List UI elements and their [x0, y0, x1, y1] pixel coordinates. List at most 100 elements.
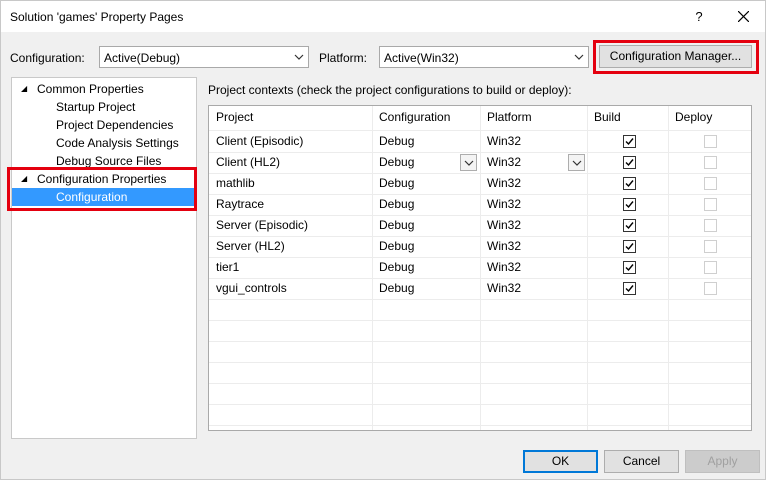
cell-project[interactable]: Client (Episodic)	[209, 131, 303, 152]
project-contexts-grid: Project Configuration Platform Build Dep…	[208, 105, 752, 431]
tree-item-common-properties[interactable]: Common Properties	[37, 80, 144, 98]
cell-platform[interactable]: Win32	[480, 236, 521, 257]
cell-project[interactable]: mathlib	[209, 173, 255, 194]
deploy-checkbox[interactable]	[704, 219, 717, 232]
tree-item-debug-source-files[interactable]: Debug Source Files	[56, 152, 161, 170]
cell-configuration[interactable]: Debug	[372, 236, 414, 257]
cell-configuration[interactable]: Debug	[372, 257, 414, 278]
build-checkbox[interactable]	[623, 177, 636, 190]
column-header-project[interactable]: Project	[209, 107, 253, 128]
checkmark-icon	[625, 159, 634, 167]
column-header-deploy[interactable]: Deploy	[668, 107, 712, 128]
tree-item-configuration-properties[interactable]: Configuration Properties	[37, 170, 166, 188]
column-header-build[interactable]: Build	[587, 107, 621, 128]
cell-configuration[interactable]: Debug	[372, 215, 414, 236]
cell-dropdown-button[interactable]	[460, 154, 477, 171]
chevron-down-icon	[294, 54, 304, 60]
cell-project[interactable]: Server (Episodic)	[209, 215, 308, 236]
cell-platform[interactable]: Win32	[480, 257, 521, 278]
build-checkbox[interactable]	[623, 282, 636, 295]
build-checkbox[interactable]	[623, 240, 636, 253]
close-button[interactable]	[725, 1, 761, 32]
configuration-manager-button[interactable]: Configuration Manager...	[599, 45, 752, 68]
cell-project[interactable]: Client (HL2)	[209, 152, 280, 173]
chevron-down-icon	[572, 160, 582, 166]
cell-dropdown-button[interactable]	[568, 154, 585, 171]
checkmark-icon	[625, 285, 634, 293]
build-checkbox[interactable]	[623, 135, 636, 148]
expanded-triangle-icon[interactable]: ◢	[21, 84, 27, 93]
configuration-dropdown[interactable]: Active(Debug)	[99, 46, 309, 68]
cell-configuration[interactable]: Debug	[372, 131, 414, 152]
table-row: tier1 Debug Win32	[209, 257, 751, 278]
build-checkbox[interactable]	[623, 198, 636, 211]
chevron-down-icon	[574, 54, 584, 60]
platform-value: Active(Win32)	[384, 51, 459, 65]
close-icon	[738, 11, 749, 22]
checkmark-icon	[625, 201, 634, 209]
column-header-platform[interactable]: Platform	[480, 107, 532, 128]
row-divider	[209, 383, 751, 384]
table-row: Client (Episodic) Debug Win32	[209, 131, 751, 152]
dialog-title: Solution 'games' Property Pages	[10, 10, 184, 24]
cell-project[interactable]: Server (HL2)	[209, 236, 285, 257]
property-pages-dialog: Solution 'games' Property Pages ? Config…	[0, 0, 766, 480]
deploy-checkbox[interactable]	[704, 198, 717, 211]
deploy-checkbox[interactable]	[704, 261, 717, 274]
checkmark-icon	[625, 243, 634, 251]
configuration-label: Configuration:	[10, 51, 85, 65]
table-row: Raytrace Debug Win32	[209, 194, 751, 215]
tree-item-startup-project[interactable]: Startup Project	[56, 98, 135, 116]
cell-platform[interactable]: Win32	[480, 173, 521, 194]
column-header-configuration[interactable]: Configuration	[372, 107, 450, 128]
deploy-checkbox[interactable]	[704, 135, 717, 148]
deploy-checkbox[interactable]	[704, 282, 717, 295]
cell-platform[interactable]: Win32	[480, 131, 521, 152]
cell-configuration[interactable]: Debug	[372, 173, 414, 194]
checkmark-icon	[625, 222, 634, 230]
help-button[interactable]: ?	[681, 1, 717, 32]
apply-button[interactable]: Apply	[685, 450, 760, 473]
table-row: Server (HL2) Debug Win32	[209, 236, 751, 257]
tree-item-code-analysis-settings[interactable]: Code Analysis Settings	[56, 134, 179, 152]
ok-button[interactable]: OK	[523, 450, 598, 473]
table-row: Client (HL2) Debug Win32	[209, 152, 751, 173]
deploy-checkbox[interactable]	[704, 177, 717, 190]
deploy-checkbox[interactable]	[704, 240, 717, 253]
cancel-button[interactable]: Cancel	[604, 450, 679, 473]
build-checkbox[interactable]	[623, 156, 636, 169]
platform-dropdown[interactable]: Active(Win32)	[379, 46, 589, 68]
properties-tree: ◢ Common Properties Startup Project Proj…	[11, 77, 197, 439]
row-divider	[209, 299, 751, 300]
cell-configuration[interactable]: Debug	[372, 152, 414, 173]
cell-platform[interactable]: Win32	[480, 278, 521, 299]
cell-project[interactable]: Raytrace	[209, 194, 264, 215]
deploy-checkbox[interactable]	[704, 156, 717, 169]
checkmark-icon	[625, 264, 634, 272]
row-divider	[209, 341, 751, 342]
configuration-value: Active(Debug)	[104, 51, 181, 65]
checkmark-icon	[625, 138, 634, 146]
cell-platform[interactable]: Win32	[480, 152, 521, 173]
expanded-triangle-icon[interactable]: ◢	[21, 174, 27, 183]
table-row: mathlib Debug Win32	[209, 173, 751, 194]
cell-platform[interactable]: Win32	[480, 215, 521, 236]
title-bar: Solution 'games' Property Pages ?	[1, 1, 765, 32]
row-divider	[209, 362, 751, 363]
tree-item-project-dependencies[interactable]: Project Dependencies	[56, 116, 173, 134]
cell-configuration[interactable]: Debug	[372, 278, 414, 299]
cell-platform[interactable]: Win32	[480, 194, 521, 215]
row-divider	[209, 320, 751, 321]
row-divider	[209, 425, 751, 426]
table-row: Server (Episodic) Debug Win32	[209, 215, 751, 236]
cell-project[interactable]: vgui_controls	[209, 278, 287, 299]
row-divider	[209, 404, 751, 405]
build-checkbox[interactable]	[623, 261, 636, 274]
checkmark-icon	[625, 180, 634, 188]
build-checkbox[interactable]	[623, 219, 636, 232]
table-row: vgui_controls Debug Win32	[209, 278, 751, 299]
tree-item-configuration[interactable]: Configuration	[12, 188, 196, 206]
cell-configuration[interactable]: Debug	[372, 194, 414, 215]
cell-project[interactable]: tier1	[209, 257, 239, 278]
project-contexts-caption: Project contexts (check the project conf…	[208, 83, 572, 97]
